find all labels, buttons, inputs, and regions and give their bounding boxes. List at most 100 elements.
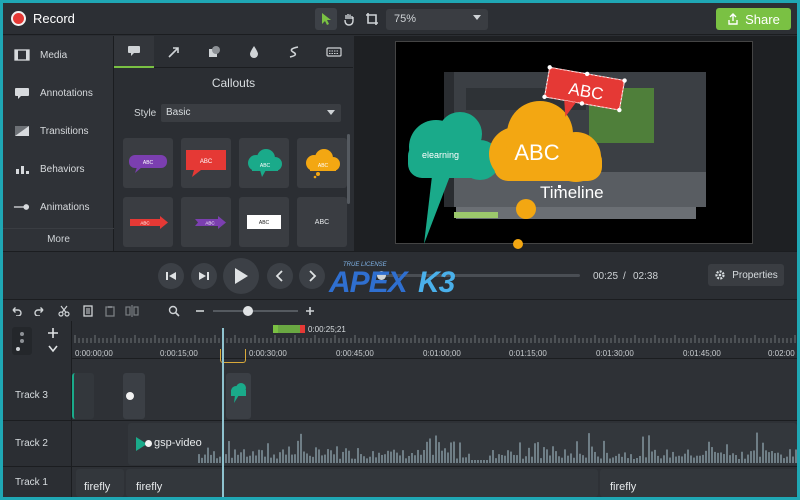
track-lock-control[interactable]	[12, 327, 32, 355]
timeline-ruler[interactable]: 0:00:25;21 0:00:00;00 0:00:15;00 0:00:30…	[72, 321, 797, 359]
clip-label: firefly	[610, 481, 637, 493]
chevron-down-icon	[473, 15, 481, 20]
callout-thumb-rect-white[interactable]: ABC	[239, 197, 289, 247]
callout-thumb-cloud-orange[interactable]: ABC	[297, 138, 347, 188]
track1-clip-firefly-3[interactable]: firefly	[600, 469, 797, 497]
record-icon[interactable]	[11, 11, 26, 26]
total-time: 02:38	[633, 271, 659, 282]
chevron-down-icon[interactable]	[46, 343, 60, 355]
timeline-toolbar	[3, 299, 797, 321]
step-back-button[interactable]	[158, 263, 184, 289]
playback-progress[interactable]	[377, 271, 580, 280]
hand-icon[interactable]	[338, 8, 360, 30]
panel-scrollbar[interactable]	[347, 134, 350, 204]
arrow-tab-icon[interactable]	[154, 36, 194, 68]
callout-thumb-plain-text[interactable]: ABC	[297, 197, 347, 247]
callout-thumb-box-red[interactable]: ABC	[181, 138, 231, 188]
track3-clip-marker[interactable]	[123, 373, 145, 419]
track1-clip-firefly-2[interactable]: firefly	[126, 469, 598, 497]
callout-thumb-cloud-green[interactable]: ABC	[239, 138, 289, 188]
zoom-slider[interactable]	[213, 310, 298, 312]
playhead-line[interactable]	[222, 328, 224, 497]
callout-thumb-speech-purple[interactable]: ABC	[123, 138, 173, 188]
share-button[interactable]: Share	[716, 8, 791, 30]
step-forward-icon	[199, 272, 209, 280]
chevron-left-icon	[275, 270, 283, 282]
track-row-2[interactable]: Track 2 gsp-video	[3, 421, 797, 467]
callouts-panel: Callouts Style Basic ABC ABC ABC ABC ABC…	[114, 36, 353, 251]
copy-icon[interactable]	[80, 303, 96, 319]
gear-icon	[715, 270, 725, 280]
previous-button[interactable]	[267, 263, 293, 289]
paste-icon[interactable]	[102, 303, 118, 319]
track2-clip-gsp-video[interactable]: gsp-video	[128, 423, 797, 465]
canvas-area: elearning ABC ABC Timeline	[354, 36, 797, 251]
watermark-k3: K3	[418, 266, 455, 299]
sidebar-item-label: Annotations	[40, 87, 93, 99]
sidebar-item-animations[interactable]: Animations	[3, 188, 114, 226]
sidebar-item-transitions[interactable]: Transitions	[3, 112, 114, 150]
ruler-label: 0:01:00;00	[423, 349, 461, 358]
zoom-in-icon[interactable]	[302, 303, 318, 319]
more-button[interactable]: More	[3, 228, 114, 250]
thumb-text: ABC	[143, 160, 154, 166]
record-button[interactable]: Record	[33, 11, 75, 26]
pointer-icon[interactable]	[315, 8, 337, 30]
watermark-apex: APEX	[329, 266, 408, 299]
callout-tab-icon[interactable]	[114, 36, 154, 68]
sidebar-item-label: Transitions	[40, 125, 89, 137]
zoom-out-icon[interactable]	[192, 303, 208, 319]
style-select[interactable]: Basic	[161, 104, 341, 122]
preview-canvas[interactable]: elearning ABC ABC Timeline	[395, 41, 753, 249]
callout-thumb-arrow-red[interactable]: ABC	[123, 197, 173, 247]
track-label: Track 3	[3, 371, 72, 420]
timeline: 0:00:25;21 0:00:00;00 0:00:15;00 0:00:30…	[3, 321, 797, 497]
redo-icon[interactable]	[32, 303, 48, 319]
track-row-3[interactable]: Track 3	[3, 371, 797, 421]
search-icon[interactable]	[166, 303, 182, 319]
zoom-slider-knob[interactable]	[243, 306, 253, 316]
ruler-label: 0:00:45;00	[336, 349, 374, 358]
clip-label: firefly	[84, 481, 111, 493]
annotations-icon	[13, 87, 30, 99]
panel-title: Callouts	[211, 76, 256, 90]
canvas-title-timeline: Timeline	[540, 183, 604, 202]
sketch-tab-icon[interactable]	[274, 36, 314, 68]
crop-icon[interactable]	[361, 8, 383, 30]
clip-label: firefly	[136, 481, 163, 493]
step-back-icon	[166, 272, 176, 280]
thumb-text: ABC	[205, 221, 215, 226]
sidebar-item-label: Media	[40, 49, 68, 61]
sidebar-item-media[interactable]: Media	[3, 36, 114, 74]
sidebar-item-behaviors[interactable]: Behaviors	[3, 150, 114, 188]
shape-tab-icon[interactable]	[194, 36, 234, 68]
callout-text-abc: ABC	[514, 140, 559, 165]
thumb-text: ABC	[200, 159, 213, 165]
zoom-select[interactable]: 75%	[386, 9, 488, 30]
playhead-handle[interactable]	[273, 325, 305, 333]
keystroke-tab-icon[interactable]	[314, 36, 354, 68]
sidebar-item-annotations[interactable]: Annotations	[3, 74, 114, 112]
next-button[interactable]	[299, 263, 325, 289]
track3-clip-callout[interactable]	[226, 373, 251, 419]
undo-icon[interactable]	[8, 303, 24, 319]
audio-waveform	[198, 432, 797, 463]
add-track-icon[interactable]	[46, 326, 60, 340]
play-button[interactable]	[223, 258, 259, 294]
split-icon[interactable]	[124, 303, 140, 319]
blur-tab-icon[interactable]	[234, 36, 274, 68]
ruler-label: 0:00:00;00	[75, 349, 113, 358]
current-time: 00:25	[593, 271, 619, 282]
behaviors-icon	[13, 163, 30, 175]
callout-thumb-arrow-purple[interactable]: ABC	[181, 197, 231, 247]
thumb-text: ABC	[260, 163, 271, 169]
ruler-label: 0:01:45;00	[683, 349, 721, 358]
callout-clip-thumbnail	[231, 383, 246, 403]
cut-icon[interactable]	[56, 303, 72, 319]
track-row-1[interactable]: Track 1 firefly firefly firefly	[3, 467, 797, 497]
animations-icon	[13, 201, 30, 213]
properties-button[interactable]: Properties	[708, 264, 784, 286]
track1-clip-firefly-1[interactable]: firefly	[76, 469, 124, 497]
step-forward-button[interactable]	[191, 263, 217, 289]
track3-clip-start[interactable]	[72, 373, 94, 419]
